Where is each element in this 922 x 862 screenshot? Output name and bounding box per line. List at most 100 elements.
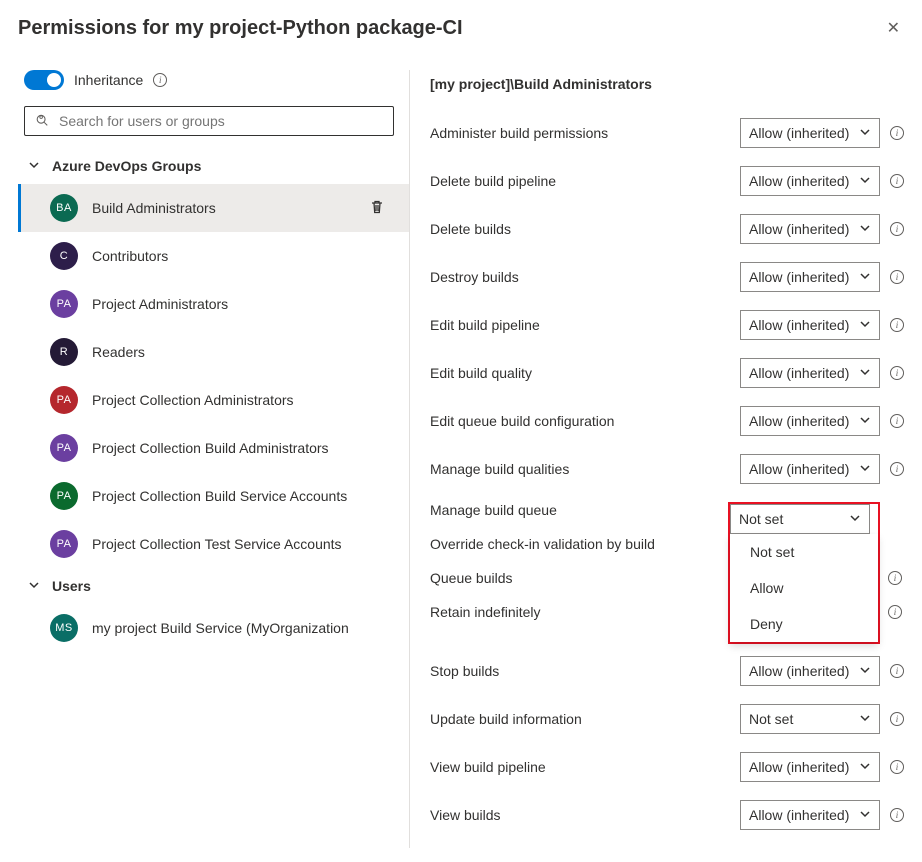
avatar: R (50, 338, 78, 366)
permission-dropdown-open[interactable]: Not set Not setAllowDeny (728, 502, 880, 644)
chevron-down-icon (859, 317, 871, 333)
chevron-down-icon (859, 663, 871, 679)
dropdown-value: Not set (749, 711, 793, 727)
permission-dropdown[interactable]: Allow (inherited) (740, 752, 880, 782)
permission-label: Retain indefinitely (430, 604, 541, 620)
dropdown-value: Not set (739, 511, 783, 527)
permission-dropdown[interactable]: Allow (inherited) (740, 800, 880, 830)
dropdown-manage-build-queue[interactable]: Not set (730, 504, 870, 534)
info-icon[interactable]: i (890, 366, 904, 380)
search-input[interactable] (24, 106, 394, 136)
permission-label: Manage build queue (430, 502, 557, 518)
permission-row: Delete build pipeline Allow (inherited) … (430, 166, 904, 196)
permission-label: View builds (430, 807, 501, 823)
permission-label: Administer build permissions (430, 125, 608, 141)
info-icon[interactable]: i (890, 318, 904, 332)
permission-label: Delete build pipeline (430, 173, 556, 189)
avatar: PA (50, 434, 78, 462)
chevron-down-icon (859, 413, 871, 429)
permission-label: Queue builds (430, 570, 513, 586)
dropdown-option[interactable]: Not set (730, 534, 878, 570)
search-icon (35, 114, 49, 128)
list-item[interactable]: PA Project Administrators (18, 280, 409, 328)
info-icon[interactable]: i (153, 73, 167, 87)
chevron-down-icon (859, 365, 871, 381)
permission-label: View build pipeline (430, 759, 546, 775)
permission-row: Stop builds Allow (inherited) i (430, 656, 904, 686)
permission-row: Manage build qualities Allow (inherited)… (430, 454, 904, 484)
avatar: PA (50, 482, 78, 510)
list-item[interactable]: PAProject Collection Test Service Accoun… (18, 520, 409, 568)
info-icon[interactable]: i (890, 664, 904, 678)
group-name: Project Collection Administrators (92, 392, 294, 408)
group-name: Project Administrators (92, 296, 228, 312)
permission-dropdown[interactable]: Not set (740, 704, 880, 734)
dropdown-value: Allow (inherited) (749, 125, 849, 141)
right-panel: [my project]\Build Administrators Admini… (410, 70, 904, 848)
trash-icon[interactable] (369, 199, 385, 218)
dropdown-value: Allow (inherited) (749, 317, 849, 333)
list-item[interactable]: PAProject Collection Build Administrator… (18, 424, 409, 472)
avatar: PA (50, 290, 78, 318)
users-section-label: Users (52, 578, 91, 594)
users-section-header[interactable]: Users (18, 568, 409, 604)
info-icon[interactable]: i (890, 222, 904, 236)
permission-row: Retain indefinitely i (430, 604, 728, 620)
permission-dropdown[interactable]: Allow (inherited) (740, 310, 880, 340)
dropdown-option[interactable]: Allow (730, 570, 878, 606)
list-item[interactable]: MSmy project Build Service (MyOrganizati… (18, 604, 409, 652)
avatar: MS (50, 614, 78, 642)
list-item[interactable]: C Contributors (18, 232, 409, 280)
group-name: Readers (92, 344, 145, 360)
permission-label: Override check-in validation by build (430, 536, 655, 552)
chevron-down-icon (859, 221, 871, 237)
list-item[interactable]: R Readers (18, 328, 409, 376)
permission-label: Edit build quality (430, 365, 532, 381)
info-icon[interactable]: i (890, 174, 904, 188)
permission-dropdown[interactable]: Allow (inherited) (740, 262, 880, 292)
permission-row: Administer build permissions Allow (inhe… (430, 118, 904, 148)
list-item[interactable]: BABuild Administrators (18, 184, 409, 232)
dropdown-value: Allow (inherited) (749, 759, 849, 775)
search-field[interactable] (59, 113, 383, 129)
dropdown-option[interactable]: Deny (730, 606, 878, 642)
avatar: C (50, 242, 78, 270)
group-name: Contributors (92, 248, 168, 264)
close-icon[interactable]: ✕ (883, 14, 904, 42)
info-icon[interactable]: i (890, 712, 904, 726)
permission-row: Edit build quality Allow (inherited) i (430, 358, 904, 388)
permission-dropdown[interactable]: Allow (inherited) (740, 454, 880, 484)
permission-label: Edit queue build configuration (430, 413, 614, 429)
permission-label: Edit build pipeline (430, 317, 540, 333)
permission-dropdown[interactable]: Allow (inherited) (740, 406, 880, 436)
info-icon[interactable]: i (890, 462, 904, 476)
permission-dropdown[interactable]: Allow (inherited) (740, 214, 880, 244)
info-icon[interactable]: i (890, 414, 904, 428)
info-icon[interactable]: i (890, 808, 904, 822)
permission-label: Manage build qualities (430, 461, 569, 477)
info-icon[interactable]: i (890, 270, 904, 284)
dropdown-value: Allow (inherited) (749, 807, 849, 823)
chevron-down-icon (28, 158, 40, 174)
info-icon[interactable]: i (890, 760, 904, 774)
dropdown-value: Allow (inherited) (749, 173, 849, 189)
permission-label: Stop builds (430, 663, 499, 679)
inheritance-toggle[interactable] (24, 70, 64, 90)
permission-dropdown[interactable]: Allow (inherited) (740, 358, 880, 388)
permission-row: Queue builds i (430, 570, 728, 586)
dropdown-value: Allow (inherited) (749, 663, 849, 679)
permission-dropdown[interactable]: Allow (inherited) (740, 118, 880, 148)
list-item[interactable]: PAProject Collection Administrators (18, 376, 409, 424)
permission-label: Destroy builds (430, 269, 519, 285)
chevron-down-icon (859, 461, 871, 477)
permission-row: Destroy builds Allow (inherited) i (430, 262, 904, 292)
permission-dropdown[interactable]: Allow (inherited) (740, 656, 880, 686)
groups-section-header[interactable]: Azure DevOps Groups (18, 148, 409, 184)
chevron-down-icon (859, 711, 871, 727)
list-item[interactable]: PAProject Collection Build Service Accou… (18, 472, 409, 520)
info-icon[interactable]: i (890, 126, 904, 140)
permission-label: Delete builds (430, 221, 511, 237)
permission-row: Delete builds Allow (inherited) i (430, 214, 904, 244)
permission-dropdown[interactable]: Allow (inherited) (740, 166, 880, 196)
permission-row: Update build information Not set i (430, 704, 904, 734)
